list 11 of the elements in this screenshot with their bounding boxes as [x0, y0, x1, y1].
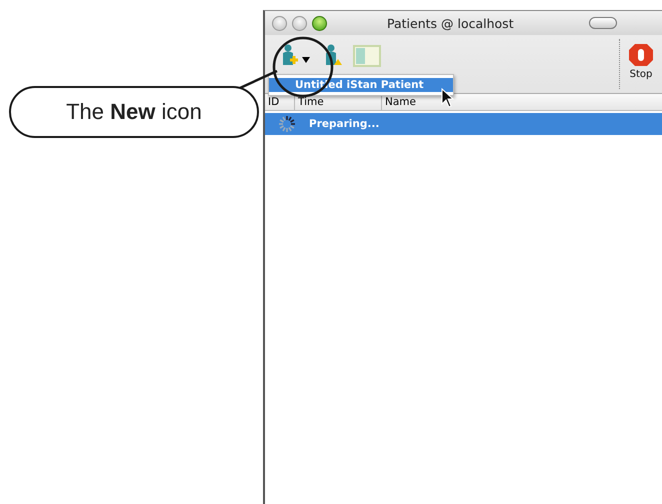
minimize-button[interactable]	[292, 16, 307, 30]
table-row[interactable]: Preparing...	[265, 113, 662, 135]
stop-button[interactable]: Stop	[628, 35, 654, 80]
close-button[interactable]	[272, 16, 287, 30]
window-title: Patients @ localhost	[387, 16, 514, 30]
table-cell: Preparing...	[309, 118, 380, 130]
toolbar-toggle-button[interactable]	[588, 17, 617, 29]
callout-text: The New icon	[66, 99, 202, 125]
zoom-button[interactable]	[312, 16, 327, 30]
column-header[interactable]: Name	[382, 94, 662, 110]
stop-icon	[628, 43, 654, 67]
